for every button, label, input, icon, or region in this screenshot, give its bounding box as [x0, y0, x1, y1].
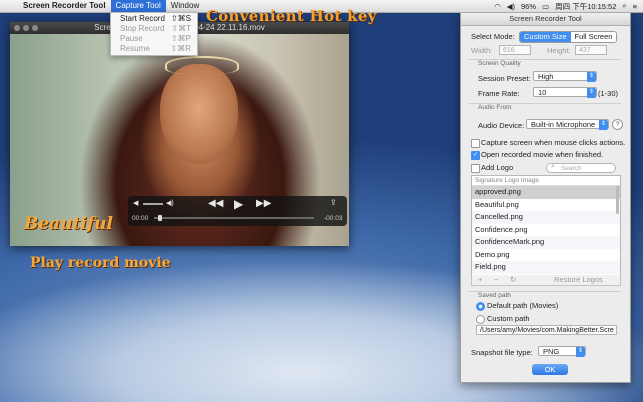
height-label: Height:: [547, 46, 571, 55]
logo-list-header: Signature Logo Image: [472, 176, 620, 186]
height-field[interactable]: 437: [575, 45, 607, 55]
beautiful-logo: Beautiful: [24, 214, 114, 234]
playback-controls: ◀ ◀) ◀◀ ▶ ▶▶ ⇪ 00:00 -00:03: [128, 196, 347, 226]
list-item[interactable]: Demo.png: [472, 249, 620, 262]
session-preset-select[interactable]: High ⇕: [533, 71, 597, 82]
help-button[interactable]: ?: [612, 119, 623, 130]
status-area: ◠ ◀) 96% ▭ 周四 下午10:15:52 ⌕ ≡: [494, 1, 643, 12]
battery-icon[interactable]: ▭: [542, 2, 549, 11]
default-path-radio[interactable]: [476, 302, 485, 311]
list-item[interactable]: Beautiful.png: [472, 199, 620, 212]
capture-tool-menu: Start Record ⇧⌘S Stop Record ⇧⌘T Pause ⇧…: [110, 12, 198, 56]
play-icon[interactable]: ▶: [234, 197, 243, 211]
audio-device-select[interactable]: Built-in Microphone ⇕: [526, 119, 609, 130]
chevron-down-icon: ⇕: [587, 72, 596, 82]
panel-title: Screen Recorder Tool: [461, 12, 630, 26]
battery-percent: 96%: [521, 1, 537, 11]
select-mode-label: Select Mode:: [471, 32, 515, 41]
volume-up-icon[interactable]: ◀): [166, 199, 174, 207]
video-subject-headpiece: [165, 56, 239, 74]
chevron-down-icon: ⇕: [587, 88, 596, 98]
custom-path-radio[interactable]: [476, 315, 485, 324]
screen-quality-title: Screen Quality: [478, 60, 521, 67]
restore-logos-button[interactable]: Restore Logos: [554, 275, 603, 285]
scrubber-knob[interactable]: [158, 215, 162, 221]
saved-path-title: Saved path: [478, 292, 511, 299]
capture-mouse-label[interactable]: Capture screen when mouse clicks actions…: [481, 138, 625, 147]
add-logo-label[interactable]: Add Logo: [481, 163, 513, 172]
logo-list-toolbar: + − ↻ Restore Logos: [471, 275, 621, 286]
add-logo-checkbox[interactable]: [471, 164, 480, 173]
playback-scrubber[interactable]: [154, 215, 314, 221]
custom-path-label[interactable]: Custom path: [487, 314, 530, 323]
logo-search-input[interactable]: Search: [546, 163, 616, 173]
chevron-down-icon: ⇕: [599, 120, 608, 130]
fast-forward-icon[interactable]: ▶▶: [256, 198, 271, 209]
width-field[interactable]: 616: [499, 45, 531, 55]
logo-list[interactable]: Signature Logo Image approved.png Beauti…: [471, 175, 621, 277]
frame-rate-select[interactable]: 10 ⇕: [533, 87, 597, 98]
refresh-icon[interactable]: ↻: [510, 275, 516, 285]
window-controls: [14, 25, 38, 31]
clock[interactable]: 周四 下午10:15:52: [555, 1, 616, 12]
frame-rate-label: Frame Rate:: [478, 89, 520, 98]
time-remaining: -00:03: [324, 215, 343, 222]
capture-mouse-checkbox[interactable]: [471, 139, 480, 148]
menu-app-name[interactable]: Screen Recorder Tool: [18, 0, 111, 12]
open-movie-checkbox[interactable]: ✓: [471, 151, 480, 160]
audio-device-label: Audio Device:: [478, 121, 525, 130]
menu-window[interactable]: Window: [166, 0, 204, 12]
add-logo-button[interactable]: +: [478, 275, 482, 285]
search-icon: ⌕: [551, 163, 555, 170]
list-icon[interactable]: ≡: [633, 2, 637, 11]
video-subject: [160, 64, 238, 164]
menu-item-pause[interactable]: Pause ⇧⌘P: [111, 34, 197, 44]
list-item[interactable]: ConfidenceMark.png: [472, 236, 620, 249]
remove-logo-button[interactable]: −: [494, 275, 498, 285]
audio-from-title: Audio From: [478, 104, 512, 111]
open-movie-label[interactable]: Open recorded movie when finished.: [481, 150, 603, 159]
caption-play: Play record movie: [30, 255, 171, 271]
ok-button[interactable]: OK: [532, 364, 568, 375]
minimize-button[interactable]: [23, 25, 29, 31]
list-item[interactable]: approved.png: [472, 186, 620, 199]
snapshot-label: Snapshot file type:: [471, 348, 533, 357]
rewind-icon[interactable]: ◀◀: [208, 198, 223, 209]
search-icon[interactable]: ⌕: [622, 1, 626, 11]
custom-path-field[interactable]: /Users/amy/Movies/com.MakingBetter.Scre: [476, 325, 617, 335]
list-item[interactable]: Field.png: [472, 261, 620, 274]
menu-item-stop-record[interactable]: Stop Record ⇧⌘T: [111, 24, 197, 34]
list-scrollbar[interactable]: [616, 186, 619, 214]
wifi-icon[interactable]: ◠: [494, 2, 501, 11]
list-item[interactable]: Cancelled.png: [472, 211, 620, 224]
mode-selector: Custom Size Full Screen: [519, 31, 618, 43]
menu-item-resume[interactable]: Resume ⇧⌘R: [111, 44, 197, 54]
snapshot-type-select[interactable]: PNG ⇕: [538, 346, 586, 357]
chevron-down-icon: ⇕: [576, 347, 585, 357]
volume-slider[interactable]: [143, 203, 163, 205]
mode-custom-size[interactable]: Custom Size: [520, 32, 571, 42]
list-item[interactable]: Confidence.png: [472, 224, 620, 237]
settings-panel: Screen Recorder Tool Select Mode: Custom…: [460, 11, 631, 383]
zoom-button[interactable]: [32, 25, 38, 31]
volume-icon[interactable]: ◀): [507, 2, 515, 11]
time-elapsed: 00:00: [132, 215, 149, 222]
menu-item-start-record[interactable]: Start Record ⇧⌘S: [111, 14, 197, 24]
session-preset-label: Session Preset:: [478, 74, 531, 83]
volume-down-icon[interactable]: ◀: [133, 199, 138, 207]
frame-rate-range: (1-30): [598, 89, 619, 98]
caption-hotkey: Convenient Hot key: [206, 7, 377, 25]
default-path-label[interactable]: Default path (Movies): [487, 301, 558, 310]
close-button[interactable]: [14, 25, 20, 31]
width-label: Width:: [471, 46, 493, 55]
share-icon[interactable]: ⇪: [330, 198, 337, 207]
mode-full-screen[interactable]: Full Screen: [570, 32, 617, 42]
menu-capture-tool[interactable]: Capture Tool: [110, 0, 166, 12]
